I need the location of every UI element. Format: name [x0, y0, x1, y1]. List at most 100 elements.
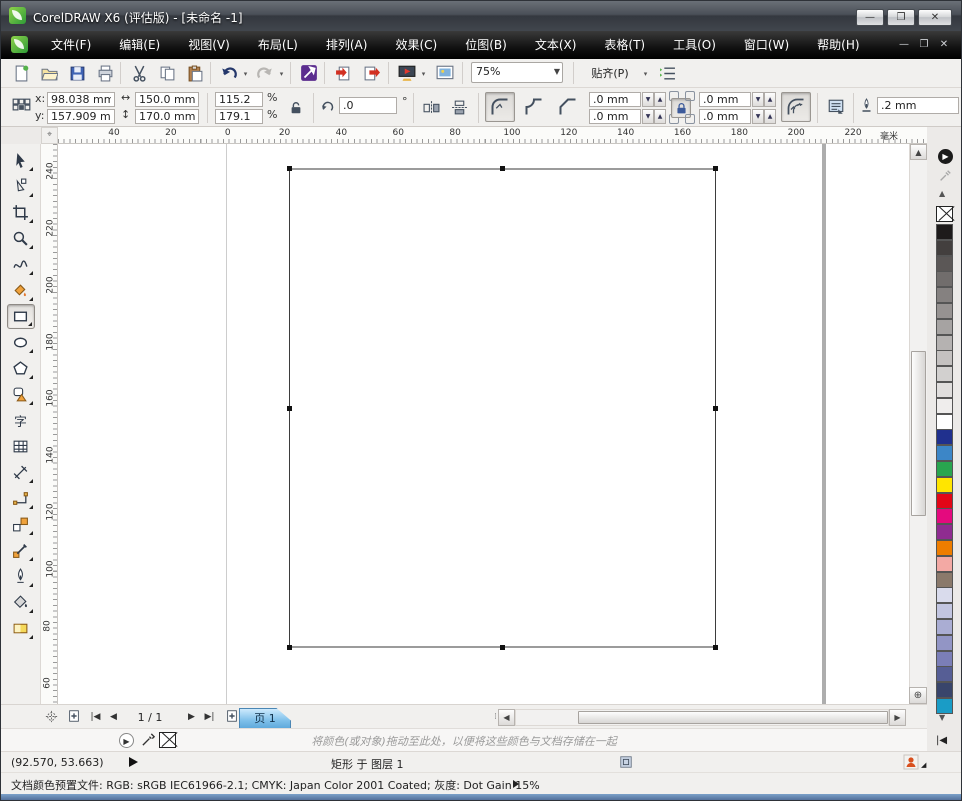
color-swatch[interactable]: [936, 556, 953, 572]
selection-handle-br[interactable]: [713, 645, 718, 650]
scroll-right-icon[interactable]: ▶: [889, 709, 906, 726]
text-tool-icon[interactable]: 字: [7, 408, 35, 433]
document-properties-icon[interactable]: [619, 755, 633, 772]
doc-restore-icon[interactable]: ❐: [916, 39, 932, 50]
color-swatch[interactable]: [936, 698, 953, 714]
color-swatch[interactable]: [936, 256, 953, 272]
vertical-ruler[interactable]: 2402202001801601401201008060: [41, 144, 58, 704]
color-swatch[interactable]: [936, 603, 953, 619]
search-content-icon[interactable]: [297, 61, 321, 85]
blend-tool-icon[interactable]: [7, 512, 35, 537]
smart-fill-tool-icon[interactable]: [7, 278, 35, 303]
relative-corner-scaling-button[interactable]: [781, 92, 811, 122]
interactive-fill-tool-icon[interactable]: [7, 616, 35, 641]
close-button[interactable]: ✕: [918, 9, 952, 26]
new-document-icon[interactable]: [9, 61, 33, 85]
selection-handle-tl[interactable]: [287, 166, 292, 171]
color-swatch[interactable]: [936, 524, 953, 540]
zoom-level-combo[interactable]: 75% ▼: [471, 62, 563, 83]
corner-radius-br-input[interactable]: [699, 109, 751, 124]
scalloped-corner-button[interactable]: [519, 92, 549, 122]
drawing-canvas[interactable]: [58, 144, 909, 704]
color-swatch[interactable]: [936, 493, 953, 509]
color-profile-more-icon[interactable]: [513, 780, 519, 788]
table-tool-icon[interactable]: [7, 434, 35, 459]
scale-vertical-input[interactable]: [215, 109, 263, 124]
scroll-up-icon[interactable]: ▲: [910, 144, 927, 160]
menu-item[interactable]: 表格(T): [590, 31, 659, 59]
page-tab[interactable]: 页 1: [239, 708, 291, 729]
last-page-icon[interactable]: ▶|: [201, 709, 218, 726]
copy-icon[interactable]: [155, 61, 179, 85]
x-position-input[interactable]: [47, 92, 115, 107]
menu-item[interactable]: 位图(B): [451, 31, 521, 59]
freehand-tool-icon[interactable]: [7, 252, 35, 277]
color-swatch[interactable]: [936, 651, 953, 667]
polygon-tool-icon[interactable]: [7, 356, 35, 381]
navigator-icon[interactable]: ⊕: [909, 687, 927, 704]
selection-handle-tr[interactable]: [713, 166, 718, 171]
color-swatch[interactable]: [936, 240, 953, 256]
straight-line-connector-tool-icon[interactable]: [7, 486, 35, 511]
color-swatch[interactable]: [936, 666, 953, 682]
color-swatch[interactable]: [936, 224, 953, 240]
basic-shapes-tool-icon[interactable]: [7, 382, 35, 407]
outline-width-input[interactable]: [877, 97, 959, 114]
palette-scroll-down-icon[interactable]: ▼: [939, 713, 945, 722]
color-swatch[interactable]: [936, 445, 953, 461]
sign-in-icon[interactable]: [903, 754, 919, 773]
menu-item[interactable]: 布局(L): [244, 31, 312, 59]
selected-rectangle[interactable]: [289, 168, 716, 648]
object-width-input[interactable]: [135, 92, 199, 107]
shape-tool-icon[interactable]: [7, 174, 35, 199]
import-icon[interactable]: [331, 61, 355, 85]
print-icon[interactable]: [93, 61, 117, 85]
color-swatch[interactable]: [936, 572, 953, 588]
ruler-origin-icon[interactable]: ⌖: [41, 127, 58, 144]
vertical-scroll-thumb[interactable]: [911, 351, 926, 516]
mirror-vertical-icon[interactable]: [447, 96, 471, 118]
menu-item[interactable]: 窗口(W): [730, 31, 803, 59]
color-swatch[interactable]: [936, 350, 953, 366]
outline-pen-tool-icon[interactable]: [7, 564, 35, 589]
cut-icon[interactable]: [127, 61, 151, 85]
open-icon[interactable]: [37, 61, 61, 85]
y-position-input[interactable]: [47, 109, 115, 124]
menu-item[interactable]: 工具(O): [659, 31, 730, 59]
welcome-screen-icon[interactable]: [433, 61, 457, 85]
no-color-swatch[interactable]: [936, 206, 953, 222]
menu-item[interactable]: 排列(A): [312, 31, 382, 59]
corner-radius-bl-input[interactable]: [589, 109, 641, 124]
horizontal-ruler[interactable]: 毫米 4020020406080100120140160180200220: [58, 127, 936, 144]
palette-scroll-up-icon[interactable]: ▲: [939, 189, 945, 198]
menu-item[interactable]: 帮助(H): [803, 31, 873, 59]
snap-to-button[interactable]: 贴齐(P): [581, 61, 639, 85]
snap-to-dropdown-icon[interactable]: ▾: [641, 70, 650, 79]
palette-expand-icon[interactable]: |◀: [936, 735, 947, 746]
menu-item[interactable]: 编辑(E): [105, 31, 174, 59]
scale-horizontal-input[interactable]: [215, 92, 263, 107]
maximize-button[interactable]: ❐: [887, 9, 915, 26]
export-icon[interactable]: [359, 61, 383, 85]
color-swatch[interactable]: [936, 477, 953, 493]
corner-tl-spinner[interactable]: ▼▲: [642, 92, 666, 107]
chamfered-corner-button[interactable]: [553, 92, 583, 122]
ellipse-tool-icon[interactable]: [7, 330, 35, 355]
zoom-combo-arrow-icon[interactable]: ▼: [554, 67, 560, 76]
palette-eyedropper-icon[interactable]: [938, 169, 952, 186]
fill-tool-icon[interactable]: [7, 590, 35, 615]
color-swatch[interactable]: [936, 414, 953, 430]
scroll-left-icon[interactable]: ◀: [498, 709, 515, 726]
add-page-before-icon[interactable]: [65, 709, 82, 726]
color-swatch[interactable]: [936, 398, 953, 414]
pick-tool-icon[interactable]: [7, 148, 35, 173]
color-swatch[interactable]: [936, 366, 953, 382]
corner-br-spinner[interactable]: ▼▲: [752, 109, 776, 124]
menu-item[interactable]: 效果(C): [381, 31, 451, 59]
color-swatch[interactable]: [936, 682, 953, 698]
add-page-after-icon[interactable]: [223, 709, 240, 726]
page-options-icon[interactable]: [43, 709, 60, 726]
parallel-dimension-tool-icon[interactable]: [7, 460, 35, 485]
paste-icon[interactable]: [183, 61, 207, 85]
selection-handle-tm[interactable]: [500, 166, 505, 171]
